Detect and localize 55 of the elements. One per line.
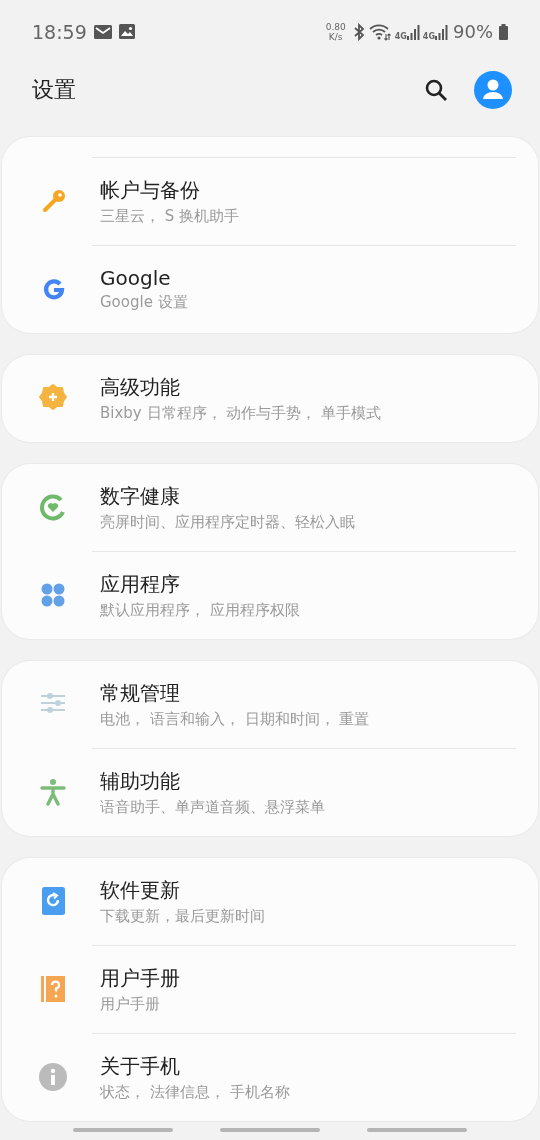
- battery-icon: [499, 23, 508, 40]
- item-title: 关于手机: [100, 1052, 181, 1080]
- nav-gesture-handle[interactable]: [73, 1128, 174, 1133]
- item-subtitle: Bixby 日常程序， 动作与手势， 单手模式: [100, 403, 382, 423]
- nav-gesture-handle[interactable]: [366, 1128, 467, 1133]
- clock-time: 18:59: [32, 20, 87, 43]
- settings-item[interactable]: Google Google 设置: [2, 245, 538, 333]
- settings-item[interactable]: 帐户与备份 三星云， S 换机助手: [2, 157, 538, 245]
- item-subtitle: 电池， 语言和输入， 日期和时间， 重置: [100, 709, 370, 729]
- mail-icon: [93, 24, 112, 39]
- info-icon: [39, 1063, 67, 1092]
- settings-item[interactable]: 高级功能 Bixby 日常程序， 动作与手势， 单手模式: [2, 354, 538, 442]
- settings-item[interactable]: 关于手机 状态， 法律信息， 手机名称: [2, 1033, 538, 1121]
- settings-item[interactable]: 软件更新 下载更新，最后更新时间: [2, 857, 538, 945]
- item-title: 常规管理: [100, 679, 181, 707]
- item-subtitle: 用户手册: [100, 994, 161, 1014]
- wifi-icon: [368, 22, 391, 41]
- item-title: 高级功能: [100, 373, 181, 401]
- item-title: 应用程序: [100, 570, 181, 598]
- bluetooth-icon: [352, 22, 365, 41]
- item-subtitle: 三星云， S 换机助手: [100, 206, 240, 226]
- page-title: 设置: [32, 76, 76, 105]
- item-subtitle: 默认应用程序， 应用程序权限: [100, 600, 300, 620]
- help-book-icon: [39, 975, 67, 1004]
- item-subtitle: 语音助手、单声道音频、悬浮菜单: [100, 797, 325, 817]
- battery-percent: 90%: [453, 21, 493, 43]
- item-title: 辅助功能: [100, 767, 181, 795]
- item-subtitle: 状态， 法律信息， 手机名称: [100, 1082, 290, 1102]
- settings-item[interactable]: 常规管理 电池， 语言和输入， 日期和时间， 重置: [2, 660, 538, 748]
- item-title: 数字健康: [100, 482, 181, 510]
- settings-item[interactable]: 数字健康 亮屏时间、应用程序定时器、轻松入眠: [2, 463, 538, 551]
- person-icon: [39, 778, 67, 807]
- item-title: Google: [100, 266, 172, 291]
- network-type: 4G: [422, 31, 435, 41]
- item-subtitle: 亮屏时间、应用程序定时器、轻松入眠: [100, 512, 355, 532]
- settings-item[interactable]: 应用程序 默认应用程序， 应用程序权限: [2, 551, 538, 639]
- search-icon[interactable]: [424, 78, 448, 103]
- heart-ring-icon: [39, 493, 67, 522]
- item-title: 用户手册: [100, 964, 180, 992]
- gear-plus-icon: [39, 384, 67, 413]
- refresh-icon: [39, 887, 67, 916]
- settings-item[interactable]: 用户手册 用户手册: [2, 945, 538, 1033]
- item-title: 软件更新: [100, 876, 181, 904]
- settings-item[interactable]: 辅助功能 语音助手、单声道音频、悬浮菜单: [2, 748, 538, 836]
- item-title: 帐户与备份: [100, 176, 201, 204]
- signal-icon: [435, 23, 449, 40]
- item-subtitle: 下载更新，最后更新时间: [100, 906, 265, 926]
- nav-gesture-handle[interactable]: [220, 1128, 320, 1133]
- speed-unit: K/s: [328, 31, 343, 42]
- item-subtitle: Google 设置: [100, 293, 188, 313]
- network-speed: 0.80: [325, 21, 346, 32]
- image-icon: [118, 24, 135, 40]
- profile-avatar[interactable]: [474, 71, 512, 110]
- signal-icon: [406, 23, 421, 40]
- network-type: 4G: [394, 31, 407, 41]
